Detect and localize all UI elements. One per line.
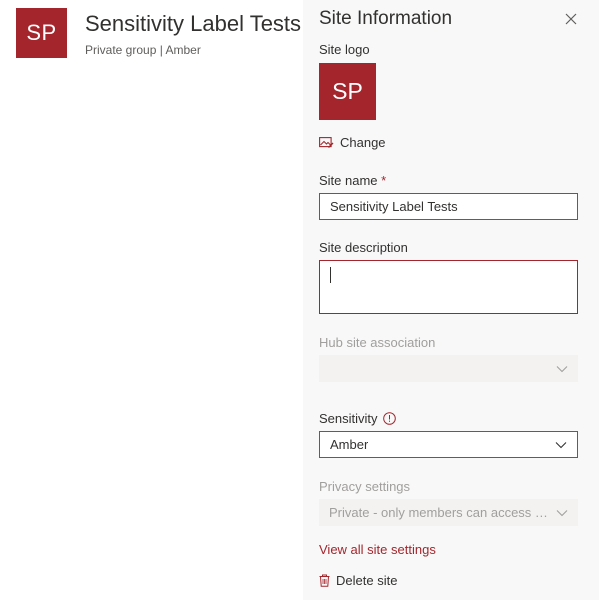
site-header: SP Sensitivity Label Tests Private group…	[16, 8, 301, 60]
sensitivity-value: Amber	[330, 437, 369, 452]
required-indicator: *	[381, 173, 387, 188]
privacy-settings-dropdown: Private - only members can access this..…	[319, 499, 578, 526]
change-logo-label: Change	[340, 134, 386, 150]
panel-title: Site Information	[319, 8, 453, 29]
hub-site-association-dropdown	[319, 355, 578, 382]
chevron-down-icon	[555, 441, 567, 448]
trash-icon	[319, 574, 330, 587]
sensitivity-label-text: Sensitivity	[319, 411, 378, 426]
privacy-value: Private - only members can access this..…	[329, 505, 549, 520]
chevron-down-icon	[556, 365, 568, 372]
chevron-down-icon	[556, 509, 568, 516]
site-logo[interactable]: SP	[16, 8, 67, 58]
sensitivity-dropdown[interactable]: Amber	[319, 431, 578, 458]
site-name-label-text: Site name	[319, 173, 378, 188]
text-cursor	[330, 267, 331, 283]
delete-site-button[interactable]: Delete site	[319, 573, 397, 588]
close-button[interactable]	[561, 9, 581, 29]
site-name-value: Sensitivity Label Tests	[330, 199, 458, 214]
site-information-panel: Site Information Site logo SP Change Sit…	[303, 0, 599, 600]
change-logo-button[interactable]: Change	[319, 132, 386, 152]
sensitivity-label: Sensitivity	[319, 411, 396, 426]
site-subtitle: Private group | Amber	[85, 43, 201, 57]
site-logo-label: Site logo	[319, 42, 370, 57]
site-title[interactable]: Sensitivity Label Tests	[85, 11, 301, 37]
info-icon[interactable]	[382, 412, 396, 425]
image-edit-icon	[319, 136, 334, 148]
site-logo-preview: SP	[319, 63, 376, 120]
site-name-input[interactable]: Sensitivity Label Tests	[319, 193, 578, 220]
site-name-label: Site name *	[319, 173, 386, 188]
delete-site-label: Delete site	[336, 573, 398, 588]
view-all-site-settings-link[interactable]: View all site settings	[319, 542, 436, 557]
site-description-textarea[interactable]	[319, 260, 578, 314]
hub-site-association-label: Hub site association	[319, 335, 436, 350]
close-icon	[565, 13, 577, 25]
privacy-settings-label: Privacy settings	[319, 479, 411, 494]
site-description-label: Site description	[319, 240, 408, 255]
